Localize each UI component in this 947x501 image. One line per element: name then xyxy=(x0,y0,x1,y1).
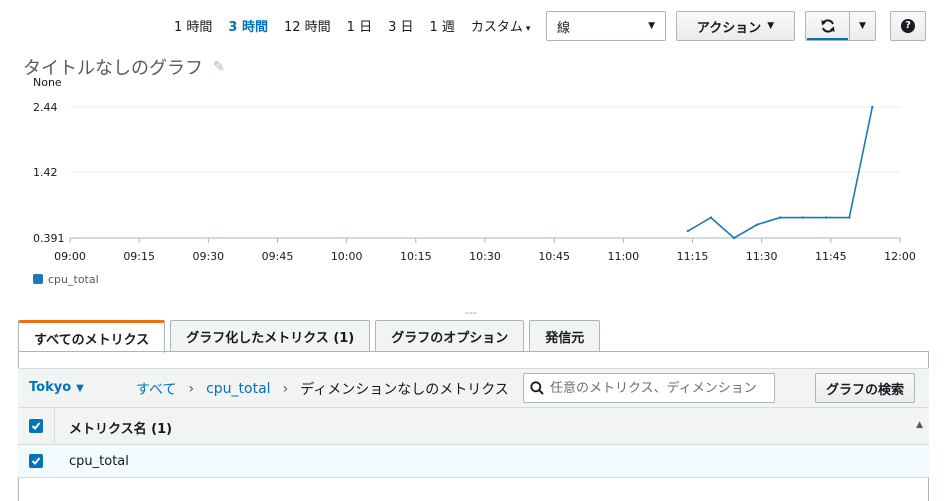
triangle-down-icon: ▼ xyxy=(648,21,655,31)
x-tick-label: 11:15 xyxy=(677,250,709,263)
breadcrumb: すべて › cpu_total › ディメンションなしのメトリクス xyxy=(136,379,509,399)
tab-all-metrics[interactable]: すべてのメトリクス xyxy=(18,320,166,353)
graph-type-value: 線 xyxy=(557,20,571,36)
breadcrumb-namespace[interactable]: cpu_total xyxy=(206,381,270,397)
x-tick-label: 12:00 xyxy=(884,250,916,263)
table-row[interactable]: cpu_total xyxy=(18,445,929,478)
data-point xyxy=(778,216,782,219)
y-tick-label: 0.391 xyxy=(33,232,65,245)
y-axis-label: None xyxy=(33,76,62,89)
legend-series-label[interactable]: cpu_total xyxy=(48,273,99,286)
graph-type-select[interactable]: 線 ▼ xyxy=(546,11,666,41)
metrics-tabs: すべてのメトリクス グラフ化したメトリクス (1) グラフのオプション 発信元 xyxy=(18,320,605,353)
time-range-1w[interactable]: 1 週 xyxy=(429,16,454,35)
legend-swatch xyxy=(33,274,43,284)
x-tick-label: 11:00 xyxy=(607,250,639,263)
x-tick-label: 09:15 xyxy=(123,250,155,263)
data-point xyxy=(686,229,690,233)
metric-name-cell[interactable]: cpu_total xyxy=(69,454,129,469)
tab-graphed-metrics[interactable]: グラフ化したメトリクス (1) xyxy=(170,320,371,352)
column-divider xyxy=(54,408,55,445)
time-range-1h[interactable]: 1 時間 xyxy=(174,16,212,35)
data-point xyxy=(825,216,828,219)
line-chart: 2.44 1.42 0.391 09:00 09:15 09:30 09:45 10:00 1… xyxy=(33,76,916,286)
time-range-12h[interactable]: 12 時間 xyxy=(284,16,331,35)
custom-label: カスタム xyxy=(470,19,523,35)
time-range-3h[interactable]: 3 時間 xyxy=(228,16,268,35)
data-point xyxy=(732,236,736,240)
x-tick-label: 10:45 xyxy=(538,250,570,263)
sort-ascending-icon[interactable]: ▲ xyxy=(916,420,923,430)
graph-search-button[interactable]: グラフの検索 xyxy=(815,373,915,403)
x-tick-label: 09:00 xyxy=(54,250,86,263)
x-tick-label: 09:45 xyxy=(262,250,294,263)
x-tick-label: 11:30 xyxy=(746,250,778,263)
help-button[interactable]: ? xyxy=(890,11,926,41)
refresh-icon xyxy=(821,19,834,33)
x-tick-label: 10:30 xyxy=(469,250,501,263)
refresh-button[interactable] xyxy=(805,11,850,41)
breadcrumb-all[interactable]: すべて xyxy=(136,379,176,399)
x-tick-label: 10:00 xyxy=(331,250,363,263)
breadcrumb-current: ディメンションなしのメトリクス xyxy=(300,382,509,398)
refresh-interval-dropdown[interactable]: ▼ xyxy=(849,11,876,41)
tab-source[interactable]: 発信元 xyxy=(529,320,601,352)
time-range-1d[interactable]: 1 日 xyxy=(347,16,372,35)
help-icon: ? xyxy=(901,19,915,33)
resize-handle[interactable]: --- xyxy=(465,306,477,319)
metrics-search[interactable] xyxy=(523,373,775,403)
time-range-3d[interactable]: 3 日 xyxy=(388,16,413,35)
caret-down-icon: ▾ xyxy=(525,23,531,34)
y-tick-label: 2.44 xyxy=(33,101,58,114)
select-all-checkbox[interactable] xyxy=(29,419,43,433)
y-tick-label: 1.42 xyxy=(33,166,58,179)
metrics-browse-bar: Tokyo ▼ すべて › cpu_total › ディメンションなしのメトリクス… xyxy=(18,368,929,407)
region-label: Tokyo xyxy=(29,380,72,395)
x-tick-label: 10:15 xyxy=(400,250,432,263)
data-point xyxy=(755,223,759,226)
checkmark-icon xyxy=(31,457,41,465)
x-tick-label: 11:45 xyxy=(815,250,847,263)
x-tick-label: 09:30 xyxy=(192,250,224,263)
tab-graph-options[interactable]: グラフのオプション xyxy=(375,320,525,352)
actions-button[interactable]: アクション ▼ xyxy=(676,11,795,41)
triangle-down-icon: ▼ xyxy=(859,21,866,31)
time-range-selector: 1 時間 3 時間 12 時間 1 日 3 日 1 週 カスタム ▾ xyxy=(174,16,546,35)
data-point xyxy=(871,105,874,109)
triangle-down-icon: ▼ xyxy=(767,21,775,31)
checkmark-icon xyxy=(31,422,41,430)
row-checkbox[interactable] xyxy=(29,454,43,468)
data-point xyxy=(848,216,851,219)
search-icon xyxy=(530,381,544,395)
chevron-down-icon: ▼ xyxy=(76,383,84,394)
metrics-table-header: メトリクス名 (1) ▲ xyxy=(18,407,929,445)
time-range-custom[interactable]: カスタム ▾ xyxy=(471,16,531,35)
chevron-right-icon: › xyxy=(188,381,195,397)
data-point xyxy=(709,216,713,219)
actions-label: アクション xyxy=(696,20,762,36)
chevron-right-icon: › xyxy=(282,381,289,397)
data-point xyxy=(801,216,805,219)
search-input[interactable] xyxy=(550,380,770,396)
region-selector[interactable]: Tokyo ▼ xyxy=(29,380,84,395)
refresh-active-indicator xyxy=(807,38,848,40)
column-header-metric-name[interactable]: メトリクス名 (1) xyxy=(69,418,172,437)
